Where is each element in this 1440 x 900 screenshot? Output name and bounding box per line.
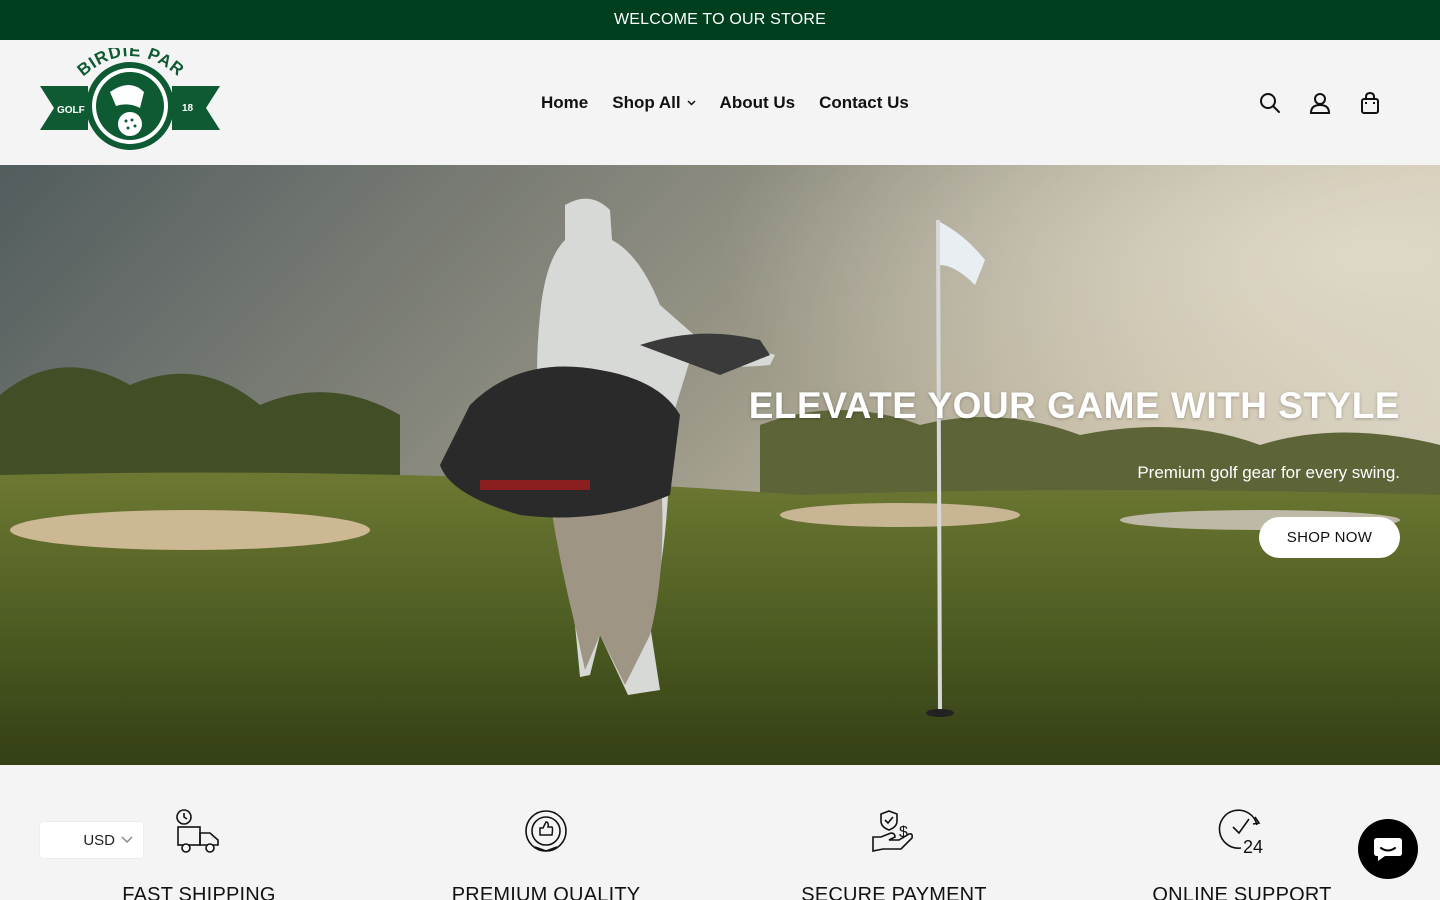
nav-label: Home bbox=[541, 92, 589, 112]
nav-item-contact-us[interactable]: Contact Us bbox=[819, 93, 909, 113]
secure-payment-icon: $ bbox=[872, 810, 913, 852]
nav-label: Shop All bbox=[612, 92, 681, 112]
chat-icon bbox=[1374, 838, 1402, 861]
chevron-down-icon bbox=[687, 99, 696, 106]
shop-now-button[interactable]: SHOP NOW bbox=[1259, 517, 1400, 558]
nav-item-home[interactable]: Home bbox=[541, 93, 588, 113]
support-24-icon: 24 bbox=[1218, 809, 1263, 857]
logo-graphic: BIRDIE PAR GOLF 18 bbox=[40, 41, 220, 150]
hero-title: ELEVATE YOUR GAME WITH STYLE bbox=[748, 385, 1400, 426]
feature-label: ONLINE SUPPORT bbox=[1152, 884, 1332, 900]
svg-text:$: $ bbox=[899, 824, 908, 841]
chevron-down-icon bbox=[121, 836, 133, 844]
search-icon[interactable] bbox=[1258, 91, 1282, 115]
feature-label: PREMIUM QUALITY bbox=[451, 884, 641, 900]
announcement-bar: WELCOME TO OUR STORE bbox=[0, 0, 1440, 40]
logo-left-text: GOLF bbox=[57, 105, 85, 116]
feature-label: SECURE PAYMENT bbox=[801, 884, 987, 900]
site-header: BIRDIE PAR GOLF 18 Home Shop All About U… bbox=[0, 40, 1440, 165]
feature-label: FAST SHIPPING bbox=[122, 884, 276, 900]
nav-label: Contact Us bbox=[819, 92, 909, 112]
quality-badge-icon bbox=[525, 810, 567, 852]
svg-text:24: 24 bbox=[1243, 837, 1263, 857]
hero-text-block: ELEVATE YOUR GAME WITH STYLE Premium gol… bbox=[749, 385, 1400, 558]
features-bar: FAST SHIPPING PREMIUM QUALITY $ SECURE P… bbox=[0, 765, 1440, 900]
nav-item-shop-all[interactable]: Shop All bbox=[612, 92, 696, 113]
account-icon[interactable] bbox=[1308, 91, 1332, 115]
main-nav: Home Shop All About Us Contact Us bbox=[541, 40, 909, 165]
hero-subtitle: Premium golf gear for every swing. bbox=[1137, 463, 1400, 482]
nav-label: About Us bbox=[719, 92, 796, 112]
hero-banner: ELEVATE YOUR GAME WITH STYLE Premium gol… bbox=[0, 165, 1440, 765]
header-icons bbox=[1258, 40, 1382, 165]
logo-right-text: 18 bbox=[182, 103, 194, 114]
feature-online-support: 24 ONLINE SUPPORT bbox=[1092, 807, 1392, 900]
currency-value: USD bbox=[83, 831, 115, 849]
delivery-truck-icon bbox=[176, 809, 219, 853]
feature-secure-payment: $ SECURE PAYMENT bbox=[744, 807, 1044, 900]
brand-logo[interactable]: BIRDIE PAR GOLF 18 bbox=[40, 41, 220, 153]
nav-item-about-us[interactable]: About Us bbox=[720, 93, 796, 113]
feature-premium-quality: PREMIUM QUALITY bbox=[396, 807, 696, 900]
cart-icon[interactable] bbox=[1358, 91, 1382, 115]
chat-button[interactable] bbox=[1358, 819, 1418, 879]
currency-selector[interactable]: USD bbox=[40, 822, 143, 858]
announcement-text: WELCOME TO OUR STORE bbox=[613, 11, 827, 28]
